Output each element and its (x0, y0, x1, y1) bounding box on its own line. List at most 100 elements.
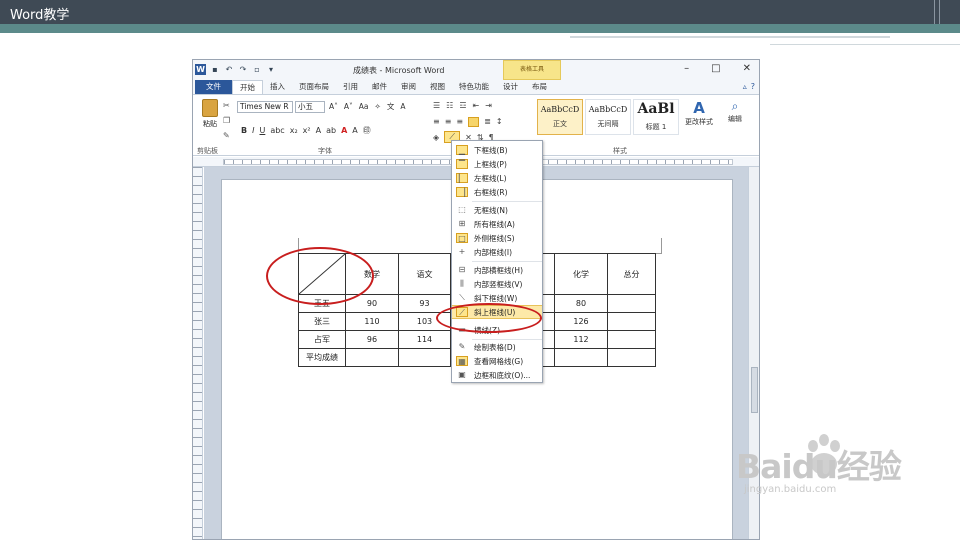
table-cell[interactable]: 112 (554, 330, 608, 349)
italic-icon[interactable]: I (252, 126, 254, 135)
menu-item-draw-table[interactable]: ✎ 绘制表格(D) (452, 340, 542, 354)
menu-item-inside-vertical[interactable]: ⫼ 内部竖框线(V) (452, 277, 542, 291)
menu-item-inside-horizontal[interactable]: ⊟ 内部横框线(H) (452, 263, 542, 277)
change-case-icon[interactable]: Aa (357, 101, 371, 113)
grow-font-icon[interactable]: A˄ (327, 101, 340, 113)
align-right-icon[interactable]: ≡ (456, 117, 463, 127)
table-cell[interactable]: 张三 (298, 312, 346, 331)
format-painter-icon[interactable]: ✎ (223, 131, 230, 140)
help-icon[interactable]: ? (751, 82, 755, 91)
tab-home[interactable]: 开始 (232, 79, 263, 95)
align-center-icon[interactable]: ≡ (445, 117, 452, 127)
char-shading-icon[interactable]: A (352, 126, 357, 135)
menu-item-no-border[interactable]: ⬚ 无框线(N) (452, 203, 542, 217)
table-cell[interactable]: 126 (554, 312, 608, 331)
table-cell[interactable] (607, 294, 656, 313)
tab-file[interactable]: 文件 (195, 80, 232, 94)
tab-view[interactable]: 视图 (423, 80, 452, 94)
table-cell[interactable] (607, 330, 656, 349)
tab-layout[interactable]: 布局 (525, 80, 554, 94)
qat-more-icon[interactable]: ▾ (266, 65, 276, 75)
shrink-font-icon[interactable]: A˅ (342, 101, 355, 113)
table-cell[interactable] (607, 348, 656, 367)
subscript-icon[interactable]: x₂ (290, 126, 298, 135)
justify-icon[interactable] (468, 117, 480, 127)
paste-button[interactable]: 粘贴 (199, 99, 221, 129)
numbering-icon[interactable]: ☷ (446, 101, 453, 110)
vertical-ruler[interactable] (193, 167, 203, 539)
line-spacing-icon[interactable]: ↕ (496, 117, 503, 127)
table-cell[interactable]: 110 (345, 312, 399, 331)
cut-icon[interactable]: ✂ (223, 101, 230, 110)
scrollbar-thumb[interactable] (751, 367, 758, 413)
style-heading-1[interactable]: AaBl 标题 1 (633, 99, 679, 135)
word-logo-icon[interactable]: W (195, 64, 206, 75)
table-cell[interactable] (345, 348, 399, 367)
menu-item-view-gridlines[interactable]: ▦ 查看网格线(G) (452, 354, 542, 368)
menu-item-borders-shading[interactable]: ▣ 边框和底纹(O)... (452, 368, 542, 382)
table-header-cell[interactable]: 语文 (398, 253, 451, 295)
undo-icon[interactable]: ↶ (224, 65, 234, 75)
table-cell[interactable]: 96 (345, 330, 399, 349)
tab-insert[interactable]: 插入 (263, 80, 292, 94)
tab-references[interactable]: 引用 (336, 80, 365, 94)
shading-icon[interactable]: ◈ (433, 133, 439, 142)
tab-mailings[interactable]: 邮件 (365, 80, 394, 94)
change-styles-button[interactable]: A 更改样式 (683, 99, 715, 127)
help-area: ▵ ? (743, 82, 755, 91)
save-icon[interactable]: ▪ (210, 65, 220, 75)
clear-format-icon[interactable]: ✧ (373, 101, 383, 113)
underline-icon[interactable]: U (259, 126, 265, 135)
increase-indent-icon[interactable]: ⇥ (485, 101, 492, 110)
tab-page-layout[interactable]: 页面布局 (292, 80, 336, 94)
enclose-char-icon[interactable]: ㊞ (363, 125, 371, 136)
ribbon-collapse-icon[interactable]: ▵ (743, 82, 747, 91)
minimize-icon[interactable]: – (684, 63, 689, 74)
font-color-icon[interactable]: A (341, 126, 347, 135)
bullets-icon[interactable]: ☰ (433, 101, 440, 110)
highlight-icon[interactable]: ab (326, 126, 336, 135)
char-border-icon[interactable]: A (398, 101, 407, 113)
decrease-indent-icon[interactable]: ⇤ (473, 101, 480, 110)
align-left-icon[interactable]: ≡ (433, 117, 440, 127)
bold-icon[interactable]: B (241, 126, 247, 135)
print-icon[interactable]: ▫ (252, 65, 262, 75)
table-cell[interactable] (398, 348, 451, 367)
tab-review[interactable]: 审阅 (394, 80, 423, 94)
editing-button[interactable]: ⌕ 编辑 (721, 99, 749, 124)
slide-title: Word教学 (10, 8, 70, 23)
style-no-spacing[interactable]: AaBbCcD 无间隔 (585, 99, 631, 135)
maximize-icon[interactable]: □ (711, 63, 720, 74)
text-effects-icon[interactable]: A (316, 126, 321, 135)
menu-item-bottom-border[interactable]: ▁ 下框线(B) (452, 143, 542, 157)
superscript-icon[interactable]: x² (303, 126, 311, 135)
borders-dropdown-menu: ▁ 下框线(B) ▔ 上框线(P) ▏ 左框线(L) ▕ 右框线(R) ⬚ 无框线(N) … (451, 140, 543, 383)
table-cell[interactable] (607, 312, 656, 331)
table-cell[interactable] (554, 348, 608, 367)
tab-design[interactable]: 设计 (496, 80, 525, 94)
menu-item-right-border[interactable]: ▕ 右框线(R) (452, 185, 542, 199)
menu-item-outside-borders[interactable]: □ 外侧框线(S) (452, 231, 542, 245)
phonetic-icon[interactable]: 文 (385, 101, 397, 113)
close-icon[interactable]: ✕ (743, 63, 751, 74)
copy-icon[interactable]: ❐ (223, 116, 230, 125)
menu-item-inside-borders[interactable]: + 内部框线(I) (452, 245, 542, 259)
multilevel-list-icon[interactable]: ☲ (459, 101, 466, 110)
style-normal[interactable]: AaBbCcD 正文 (537, 99, 583, 135)
table-cell[interactable]: 80 (554, 294, 608, 313)
table-cell[interactable]: 平均成绩 (298, 348, 346, 367)
redo-icon[interactable]: ↷ (238, 65, 248, 75)
font-size-combo[interactable]: 小五 (295, 101, 325, 113)
tab-features[interactable]: 特色功能 (452, 80, 496, 94)
menu-item-left-border[interactable]: ▏ 左框线(L) (452, 171, 542, 185)
font-name-combo[interactable]: Times New R (237, 101, 293, 113)
menu-item-all-borders[interactable]: ⊞ 所有框线(A) (452, 217, 542, 231)
table-header-cell[interactable]: 化学 (554, 253, 608, 295)
table-header-cell[interactable]: 总分 (607, 253, 656, 295)
distributed-icon[interactable]: ≣ (484, 117, 491, 127)
strikethrough-icon[interactable]: abc (270, 126, 284, 135)
table-cell[interactable]: 占军 (298, 330, 346, 349)
menu-item-top-border[interactable]: ▔ 上框线(P) (452, 157, 542, 171)
table-cell[interactable]: 114 (398, 330, 451, 349)
styles-group-label: 样式 (613, 147, 627, 155)
